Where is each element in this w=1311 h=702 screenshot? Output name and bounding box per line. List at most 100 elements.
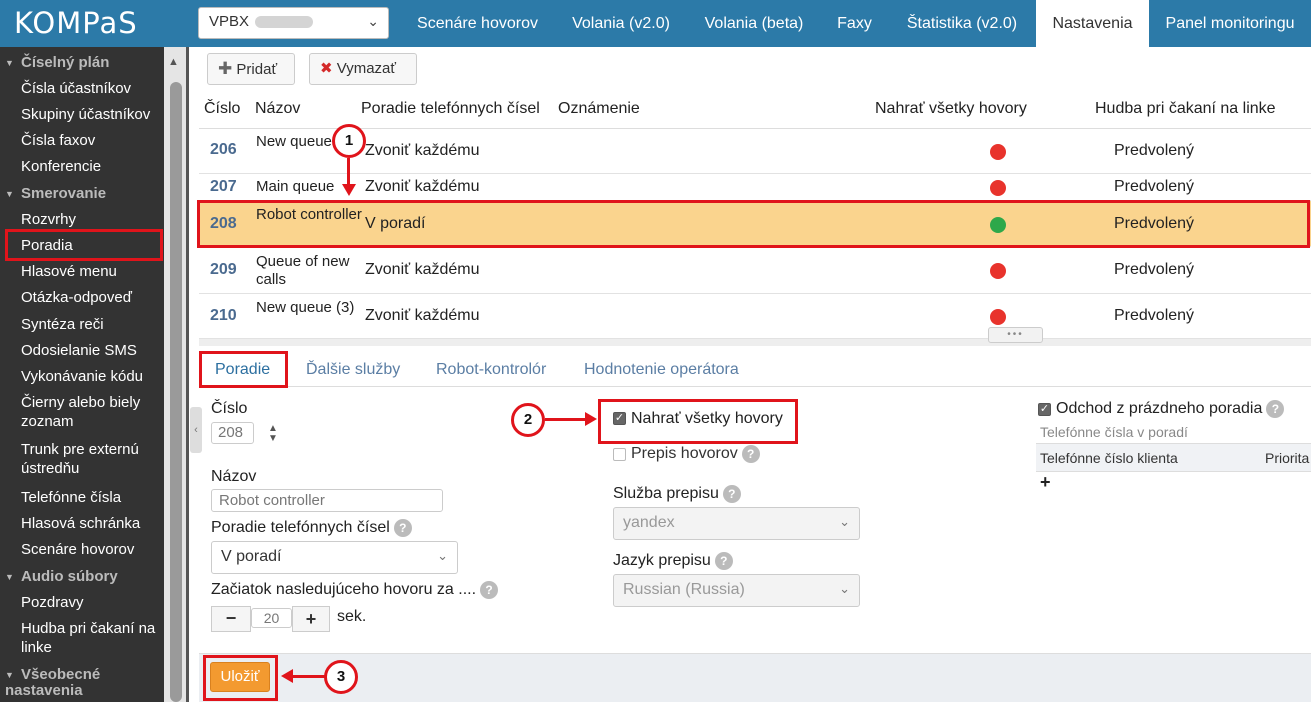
account-select-value: VPBX [209, 13, 250, 30]
top-navigation-bar: KOMPaS VPBX ⌄ Scenáre hovorov Volania (v… [0, 0, 1311, 47]
sidebar-item-phone-numbers[interactable]: Telefónne čísla [0, 488, 164, 507]
table-header: Číslo Názov Poradie telefónnych čísel Oz… [199, 93, 1311, 129]
sidebar-item-black-white-list[interactable]: Čierny alebo biely zoznam [0, 393, 160, 431]
column-header-number[interactable]: Číslo [204, 100, 240, 118]
transcribe-checkbox[interactable]: Prepis hovorov? [613, 445, 760, 463]
help-icon[interactable]: ? [1266, 400, 1285, 418]
table-row[interactable]: 207 Main queue Zvoniť každému Predvolený [199, 174, 1311, 201]
chevron-down-icon: ⌄ [437, 548, 448, 563]
column-header-record-all[interactable]: Nahrať všetky hovory [875, 100, 1027, 118]
seconds-unit: sek. [337, 608, 367, 625]
delete-button[interactable]: ✖ Vymazať [309, 53, 417, 85]
decrement-button[interactable]: − [211, 606, 251, 632]
callout-1-line [347, 158, 350, 186]
record-status-dot [990, 309, 1006, 325]
number-label: Číslo [211, 400, 248, 417]
help-icon[interactable]: ? [741, 445, 760, 463]
resize-grip-icon[interactable]: ••• [988, 327, 1043, 343]
sidebar-item-voicemail[interactable]: Hlasová schránka [0, 514, 164, 533]
transcribe-service-select[interactable]: yandex ⌄ [613, 507, 860, 540]
help-icon[interactable]: ? [714, 552, 733, 570]
account-name-redacted [255, 16, 314, 29]
row-order: Zvoniť každému [365, 261, 480, 278]
help-icon[interactable]: ? [480, 581, 499, 599]
highlight-record-all [598, 399, 798, 444]
chevron-down-icon: ⌄ [367, 13, 379, 29]
sidebar-section-audio[interactable]: ▼ Audio súbory [0, 567, 164, 587]
sidebar-item-sms[interactable]: Odosielanie SMS [0, 341, 164, 360]
caret-down-icon: ▼ [5, 571, 14, 582]
row-hold-music: Predvolený [1114, 307, 1195, 324]
sidebar-section-general[interactable]: ▼ Všeobecné nastavenia [0, 666, 150, 699]
callout-3-line [292, 675, 325, 678]
sidebar-item-speech-synthesis[interactable]: Syntéza reči [0, 315, 164, 334]
next-call-label: Začiatok nasledujúceho hovoru za ....? [211, 581, 499, 599]
tab-underline [199, 386, 1311, 387]
nav-tab-faxes[interactable]: Faxy [821, 0, 888, 47]
tab-additional-services[interactable]: Ďalšie služby [306, 361, 400, 379]
sidebar-item-code-execution[interactable]: Vykonávanie kódu [0, 367, 164, 386]
sidebar-item-subscriber-groups[interactable]: Skupiny účastníkov [0, 105, 164, 124]
column-header-name[interactable]: Názov [255, 100, 300, 118]
nav-tab-calls-beta[interactable]: Volania (beta) [687, 0, 821, 47]
highlight-save-button [203, 655, 278, 701]
help-icon[interactable]: ? [393, 519, 412, 537]
row-name: New queue (3) [256, 299, 355, 316]
table-row[interactable]: 206 New queue (2) Zvoniť každému Predvol… [199, 129, 1311, 174]
sidebar-section-numbering[interactable]: ▼ Číselný plán [0, 53, 164, 73]
row-hold-music: Predvolený [1114, 142, 1195, 159]
sidebar-section-routing[interactable]: ▼ Smerovanie [0, 184, 164, 204]
account-select[interactable]: VPBX ⌄ [198, 7, 389, 39]
callout-1: 1 [332, 124, 366, 158]
scroll-up-arrow-icon[interactable]: ▲ [168, 56, 179, 68]
column-header-announcement[interactable]: Oznámenie [558, 100, 640, 118]
transcribe-language-select[interactable]: Russian (Russia) ⌄ [613, 574, 860, 607]
table-row[interactable]: 209 Queue of new calls Zvoniť každému Pr… [199, 248, 1311, 294]
next-call-input[interactable]: 20 [251, 608, 292, 628]
callout-3: 3 [324, 660, 358, 694]
column-header-client-phone[interactable]: Telefónne číslo klienta [1040, 450, 1178, 466]
app-logo[interactable]: KOMPaS [14, 6, 138, 40]
sidebar-item-greetings[interactable]: Pozdravy [0, 593, 164, 612]
increment-button[interactable]: + [292, 606, 330, 632]
nav-tab-statistics[interactable]: Štatistika (v2.0) [888, 0, 1036, 47]
nav-tab-settings[interactable]: Nastavenia [1036, 0, 1149, 47]
record-status-dot [990, 263, 1006, 279]
nav-tab-monitoring[interactable]: Panel monitoringu [1149, 0, 1311, 47]
help-icon[interactable]: ? [722, 485, 741, 503]
column-header-order[interactable]: Poradie telefónnych čísel [361, 100, 540, 118]
tab-operator-rating[interactable]: Hodnotenie operátora [584, 361, 739, 379]
sidebar-item-fax-numbers[interactable]: Čísla faxov [0, 131, 164, 150]
table-scrollbar[interactable] [199, 339, 1311, 346]
sidebar-item-schedules[interactable]: Rozvrhy [0, 210, 164, 229]
order-select[interactable]: V poradí ⌄ [211, 541, 458, 574]
sidebar-item-conferences[interactable]: Konferencie [0, 157, 164, 176]
sidebar-item-subscriber-numbers[interactable]: Čísla účastníkov [0, 79, 164, 98]
sidebar-item-voice-menu[interactable]: Hlasové menu [0, 262, 164, 281]
table-row[interactable]: 210 New queue (3) Zvoniť každému Predvol… [199, 294, 1311, 339]
sidebar-scrollbar-thumb[interactable] [170, 82, 182, 702]
nav-tab-calls-v2[interactable]: Volania (v2.0) [555, 0, 687, 47]
add-number-plus-icon[interactable]: + [1040, 472, 1051, 493]
tab-robot-controller[interactable]: Robot-kontrolór [436, 361, 546, 379]
leave-empty-checkbox[interactable]: ✓ Odchod z prázdneho poradia? [1038, 400, 1285, 418]
checkbox-checked-icon[interactable]: ✓ [1038, 402, 1051, 416]
sidebar-item-hold-music[interactable]: Hudba pri čakaní na linke [0, 619, 164, 657]
column-header-priority[interactable]: Priorita [1265, 450, 1309, 466]
sidebar-item-external-trunk[interactable]: Trunk pre externú ústredňu [0, 440, 160, 478]
collapse-handle-icon[interactable]: ‹ [190, 407, 202, 453]
queue-numbers-label: Telefónne čísla v poradí [1040, 424, 1188, 440]
sidebar-item-question-answer[interactable]: Otázka-odpoveď [0, 288, 164, 307]
panel-divider[interactable] [186, 47, 189, 702]
number-input[interactable]: 208 [211, 422, 254, 444]
transcribe-service-label: Služba prepisu? [613, 485, 741, 503]
checkbox-unchecked-icon[interactable] [613, 447, 626, 461]
name-input[interactable]: Robot controller [211, 489, 443, 512]
add-button[interactable]: ✚ Pridať [207, 53, 295, 85]
nav-tab-call-scenarios[interactable]: Scenáre hovorov [400, 0, 555, 47]
row-order: Zvoniť každému [365, 307, 480, 324]
column-header-hold-music[interactable]: Hudba pri čakaní na linke [1095, 100, 1276, 118]
sidebar-item-call-scenarios[interactable]: Scenáre hovorov [0, 540, 164, 559]
row-hold-music: Predvolený [1114, 261, 1195, 278]
number-spinner-icon[interactable]: ▲ ▼ [268, 424, 278, 444]
